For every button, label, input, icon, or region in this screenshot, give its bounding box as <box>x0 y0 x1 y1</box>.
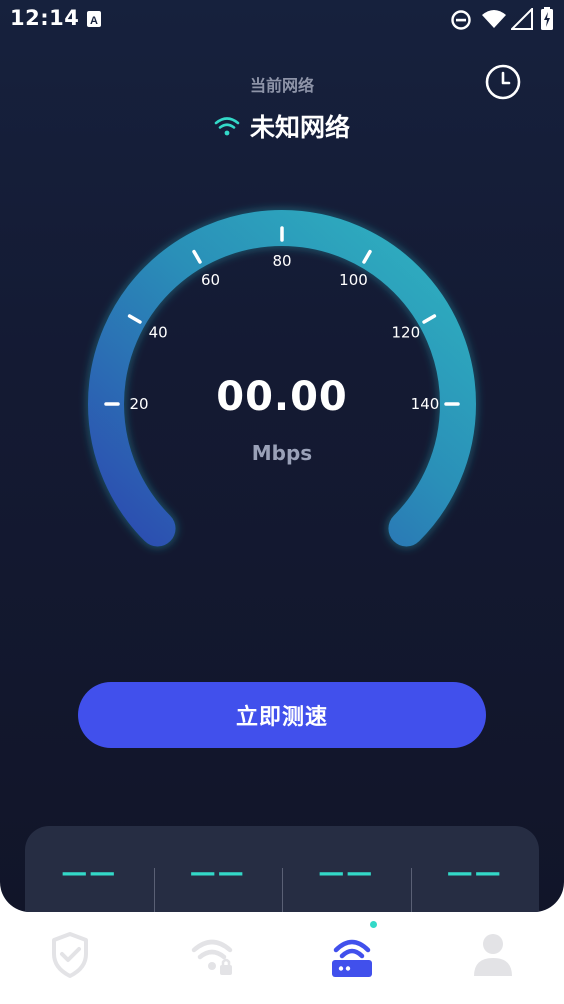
result-cell: —— <box>25 826 154 912</box>
user-icon[interactable] <box>463 930 523 980</box>
active-indicator-dot <box>370 921 377 928</box>
gauge-tick-label: 120 <box>392 324 421 342</box>
result-value: —— <box>61 858 118 888</box>
result-value: —— <box>446 858 503 888</box>
speed-gauge: 20406080100120140 <box>86 208 478 549</box>
result-cell: —— <box>410 826 540 912</box>
wifi-lock-icon[interactable] <box>182 930 242 980</box>
gauge-tick-label: 40 <box>149 324 168 342</box>
bottom-nav <box>0 912 564 1004</box>
gauge-tick-label: 80 <box>272 252 291 270</box>
speed-unit: Mbps <box>251 441 313 465</box>
speed-value: 00.00 <box>216 374 348 420</box>
shield-check-icon[interactable] <box>40 930 100 980</box>
gauge-tick-label: 100 <box>339 271 368 289</box>
result-cell: —— <box>282 826 411 912</box>
start-test-button[interactable]: 立即测速 <box>78 682 486 748</box>
result-value: —— <box>318 858 375 888</box>
result-value: —— <box>189 858 246 888</box>
results-panel: —— —— —— —— <box>25 826 539 912</box>
router-icon[interactable] <box>322 930 382 980</box>
gauge-tick-label: 60 <box>201 271 220 289</box>
result-cell: —— <box>153 826 283 912</box>
speed-test-screen: 12:14 A 当前网络 未知网络 20 40 60 80 100 120 14… <box>0 0 564 912</box>
